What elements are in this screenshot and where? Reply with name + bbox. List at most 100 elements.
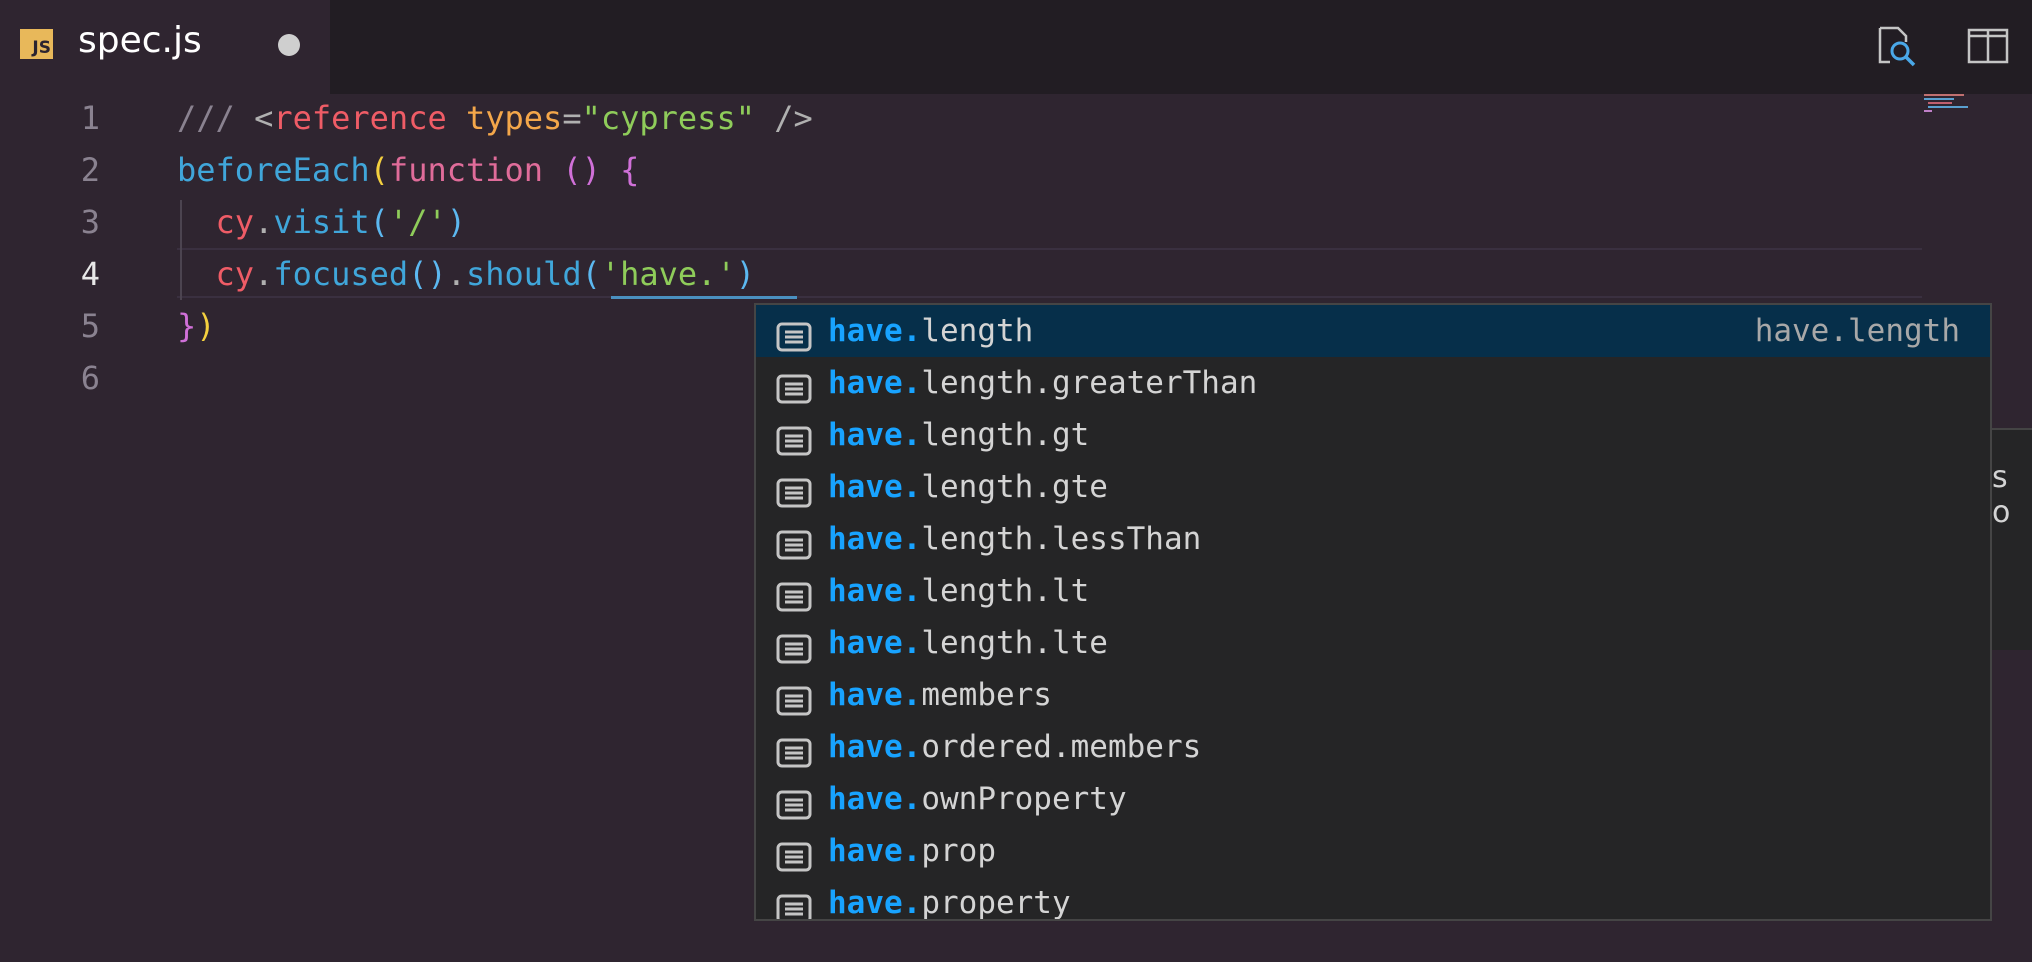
code-line[interactable]: /// <reference types="cypress" /> bbox=[177, 92, 813, 144]
suggestion-suffix: length.greaterThan bbox=[921, 365, 1258, 401]
code-line[interactable]: cy.focused().should('have.') bbox=[177, 248, 755, 300]
code-line[interactable]: cy.visit('/') bbox=[177, 196, 466, 248]
unsaved-changes-dot-icon[interactable] bbox=[278, 34, 300, 56]
property-symbol-icon bbox=[776, 784, 812, 820]
suggestion-label: have.members bbox=[828, 669, 1052, 721]
suggestion-item[interactable]: have.length.lte bbox=[756, 617, 1990, 669]
code-token: () bbox=[562, 151, 601, 189]
code-token: < bbox=[254, 99, 274, 137]
suggestion-label: have.length.lessThan bbox=[828, 513, 1201, 565]
property-symbol-icon bbox=[776, 732, 812, 768]
code-token: 'have.' bbox=[600, 255, 736, 293]
suggestion-item[interactable]: have.length.gt bbox=[756, 409, 1990, 461]
suggestion-suffix: ownProperty bbox=[921, 781, 1127, 817]
code-token: should bbox=[465, 255, 582, 293]
javascript-file-icon: JS bbox=[20, 29, 53, 59]
autocomplete-suggestions[interactable]: have.length have.length have.length.greate… bbox=[754, 303, 1992, 921]
suggestion-match-prefix: have. bbox=[828, 365, 922, 401]
code-token: types bbox=[465, 99, 563, 137]
code-token: . bbox=[254, 203, 274, 241]
code-token: beforeEach bbox=[177, 151, 370, 189]
suggestion-match-prefix: have. bbox=[828, 677, 922, 713]
suggestion-item[interactable]: have.length.lessThan bbox=[756, 513, 1990, 565]
code-token: ( bbox=[369, 151, 389, 189]
suggestion-match-prefix: have. bbox=[828, 833, 922, 869]
suggestion-label: have.length.gte bbox=[828, 461, 1108, 513]
property-symbol-icon bbox=[776, 316, 812, 352]
code-token: /> bbox=[754, 99, 813, 137]
suggestion-suffix: length.lte bbox=[921, 625, 1108, 661]
code-token: /// bbox=[177, 99, 255, 137]
suggestion-item[interactable]: have.length.greaterThan bbox=[756, 357, 1990, 409]
suggestion-item[interactable]: have.length have.length bbox=[756, 305, 1990, 357]
suggestion-match-prefix: have. bbox=[828, 313, 922, 349]
line-number: 5 bbox=[80, 307, 100, 345]
hover-details-text: s o bbox=[1992, 460, 2011, 530]
tab-bar: JS spec.js bbox=[0, 0, 2032, 94]
suggestion-match-prefix: have. bbox=[828, 729, 922, 765]
suggestion-suffix: length.lessThan bbox=[921, 521, 1202, 557]
suggestion-match-prefix: have. bbox=[828, 885, 922, 921]
code-token: reference bbox=[273, 99, 447, 137]
inspect-icon[interactable] bbox=[1874, 24, 1918, 68]
property-symbol-icon bbox=[776, 368, 812, 404]
code-token: . bbox=[254, 255, 274, 293]
line-number: 4 bbox=[80, 255, 100, 293]
code-token: } bbox=[177, 307, 197, 345]
suggestion-label: have.length.gt bbox=[828, 409, 1089, 461]
suggestion-suffix: length.gte bbox=[921, 469, 1108, 505]
line-number: 3 bbox=[80, 203, 100, 241]
suggestion-label: have.ownProperty bbox=[828, 773, 1127, 825]
code-line[interactable]: beforeEach(function () { bbox=[177, 144, 639, 196]
property-symbol-icon bbox=[776, 524, 812, 560]
code-line[interactable]: }) bbox=[177, 300, 216, 352]
suggestion-suffix: length bbox=[921, 313, 1034, 349]
hover-details-panel: s o bbox=[1992, 428, 2032, 650]
code-token: ( bbox=[369, 203, 389, 241]
code-token: ( bbox=[581, 255, 601, 293]
suggestion-label: have.length.lte bbox=[828, 617, 1108, 669]
property-symbol-icon bbox=[776, 836, 812, 872]
suggestion-match-prefix: have. bbox=[828, 417, 922, 453]
suggestion-item[interactable]: have.prop bbox=[756, 825, 1990, 877]
suggestion-match-prefix: have. bbox=[828, 469, 922, 505]
property-symbol-icon bbox=[776, 576, 812, 612]
code-token: () bbox=[408, 255, 447, 293]
property-symbol-icon bbox=[776, 888, 812, 919]
suggestion-item[interactable]: have.ordered.members bbox=[756, 721, 1990, 773]
code-token: . bbox=[446, 255, 466, 293]
suggestion-detail: have.length bbox=[1754, 313, 1960, 349]
minimap[interactable] bbox=[1922, 92, 1992, 114]
suggestion-item[interactable]: have.length.gte bbox=[756, 461, 1990, 513]
suggestion-match-prefix: have. bbox=[828, 625, 922, 661]
code-token: function bbox=[388, 151, 544, 189]
suggestion-item[interactable]: have.property bbox=[756, 877, 1990, 921]
code-token: cy bbox=[215, 255, 255, 293]
suggestion-match-prefix: have. bbox=[828, 573, 922, 609]
suggestion-item[interactable]: have.ownProperty bbox=[756, 773, 1990, 825]
code-token: ) bbox=[196, 307, 216, 345]
suggestion-label: have.length.greaterThan bbox=[828, 357, 1257, 409]
split-editor-icon[interactable] bbox=[1966, 24, 2010, 68]
property-symbol-icon bbox=[776, 680, 812, 716]
code-token: { bbox=[620, 151, 640, 189]
suggestion-suffix: property bbox=[921, 885, 1071, 921]
tab-title: spec.js bbox=[78, 20, 202, 61]
suggestion-item[interactable]: have.members bbox=[756, 669, 1990, 721]
line-number: 1 bbox=[80, 99, 100, 137]
tab-spec-js[interactable]: JS spec.js bbox=[0, 0, 330, 94]
code-token: "cypress" bbox=[581, 99, 755, 137]
suggestion-suffix: members bbox=[921, 677, 1052, 713]
suggestion-item[interactable]: have.length.lt bbox=[756, 565, 1990, 617]
code-token: '/' bbox=[388, 203, 447, 241]
line-number: 6 bbox=[80, 359, 100, 397]
suggestion-match-prefix: have. bbox=[828, 781, 922, 817]
suggestion-suffix: length.lt bbox=[921, 573, 1090, 609]
code-token: = bbox=[562, 99, 582, 137]
property-symbol-icon bbox=[776, 628, 812, 664]
line-number: 2 bbox=[80, 151, 100, 189]
code-token: visit bbox=[273, 203, 370, 241]
